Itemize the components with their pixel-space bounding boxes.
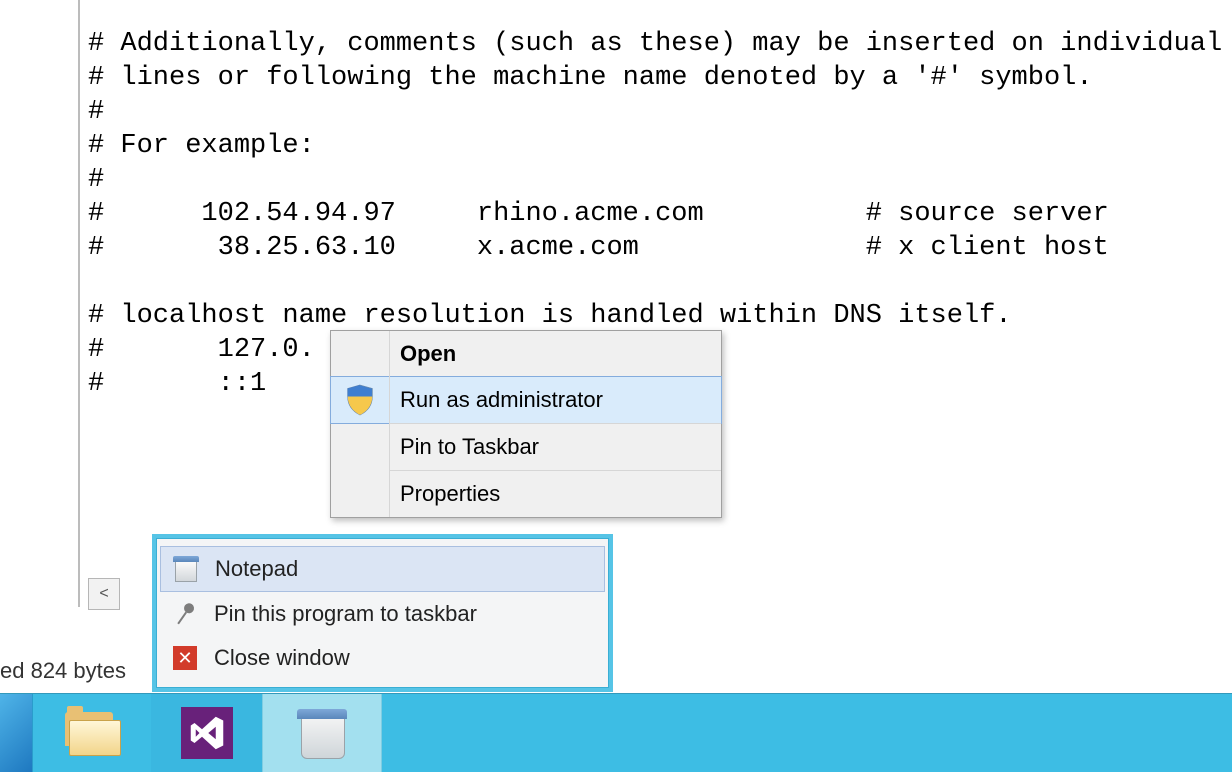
jumplist-close-label: Close window (214, 645, 350, 671)
status-bar: ed 824 bytes (0, 658, 126, 684)
ctx-properties[interactable]: Properties (331, 471, 721, 517)
close-icon: ✕ (170, 643, 200, 673)
ctx-properties-label: Properties (390, 481, 500, 507)
jumplist-app-notepad[interactable]: Notepad (160, 546, 605, 592)
jumplist-pin-label: Pin this program to taskbar (214, 601, 477, 627)
visual-studio-icon (181, 707, 233, 759)
taskbar-visual-studio[interactable] (151, 694, 262, 772)
jumplist-pin[interactable]: Pin this program to taskbar (156, 592, 609, 636)
ctx-icon-blank (331, 331, 390, 377)
jumplist-popup: Notepad Pin this program to taskbar ✕ Cl… (152, 534, 613, 692)
ctx-run-admin-label: Run as administrator (390, 387, 603, 413)
ctx-icon-blank (331, 471, 390, 517)
taskbar (0, 693, 1232, 772)
ctx-pin-taskbar[interactable]: Pin to Taskbar (331, 424, 721, 470)
ctx-icon-blank (331, 424, 390, 470)
pin-icon (170, 599, 200, 629)
notepad-icon (171, 554, 201, 584)
ctx-open-label: Open (390, 341, 456, 367)
chevron-left-icon: < (99, 585, 108, 603)
jumplist-close[interactable]: ✕ Close window (156, 636, 609, 680)
ctx-open[interactable]: Open (331, 331, 721, 377)
shield-icon (331, 377, 390, 423)
jumplist-app-label: Notepad (215, 556, 298, 582)
folder-icon (65, 712, 119, 754)
scroll-left-button[interactable]: < (88, 578, 120, 610)
ctx-pin-label: Pin to Taskbar (390, 434, 539, 460)
ctx-run-as-admin[interactable]: Run as administrator (330, 376, 722, 424)
taskbar-notepad[interactable] (262, 694, 382, 772)
context-menu: Open Run as administrator Pin to Taskbar… (330, 330, 722, 518)
taskbar-explorer[interactable] (33, 694, 151, 772)
start-button[interactable] (0, 694, 33, 772)
status-text: ed 824 bytes (0, 658, 126, 683)
notepad-icon (297, 709, 347, 757)
